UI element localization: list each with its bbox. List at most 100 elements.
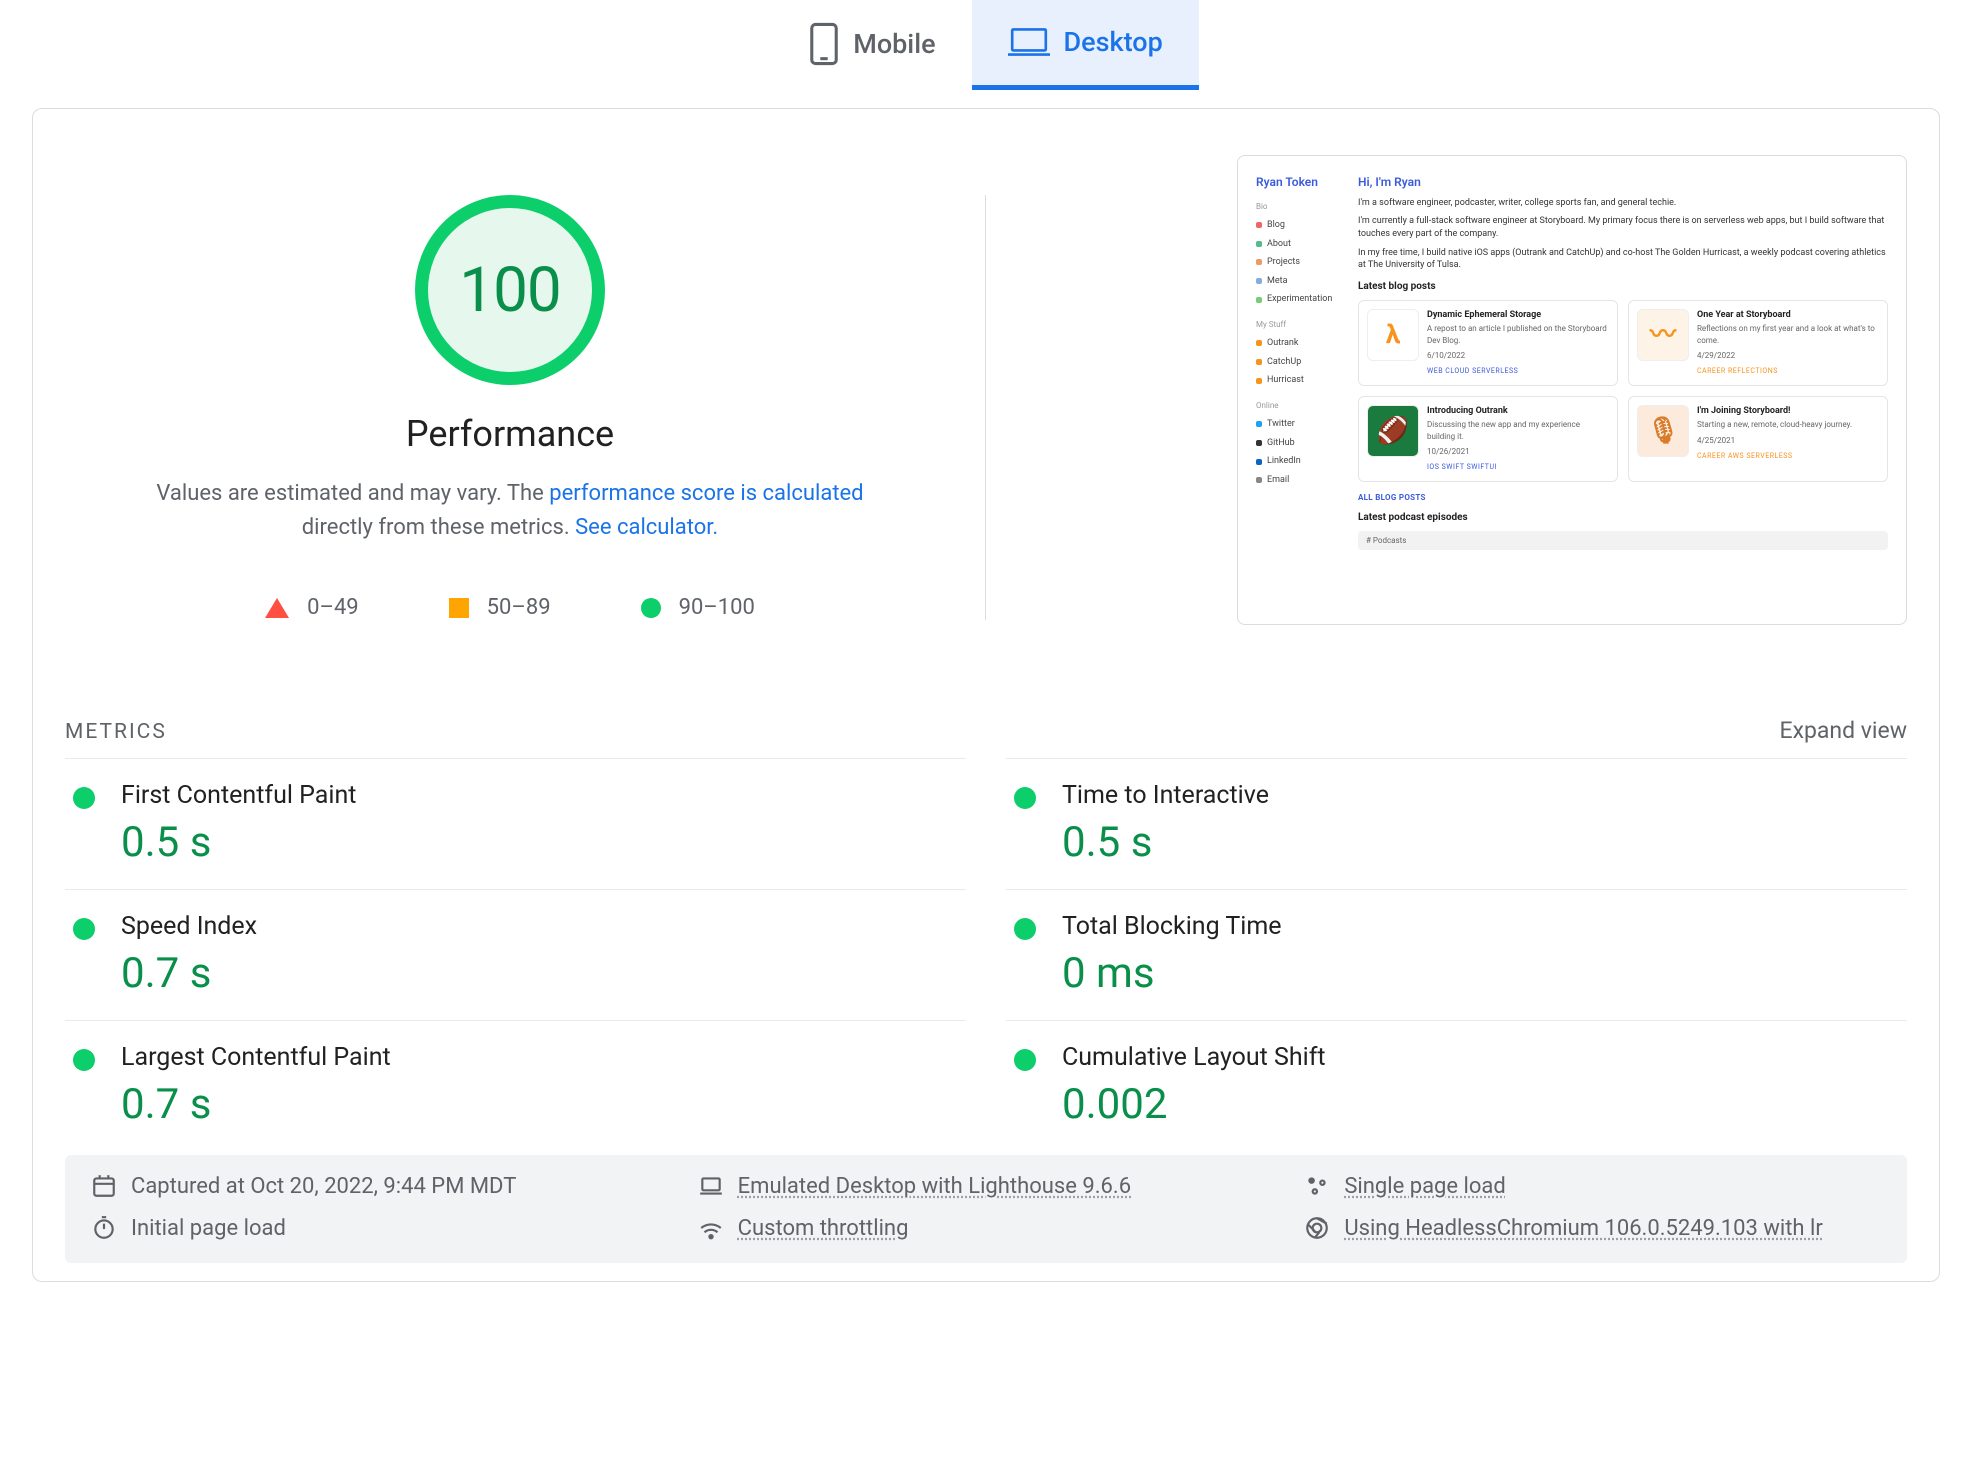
circle-icon: [641, 598, 661, 618]
legend-pass: 90–100: [641, 595, 755, 620]
pv-side-item: Hurricast: [1256, 371, 1346, 390]
pv-para: I'm currently a full-stack software engi…: [1358, 215, 1888, 240]
metric-label: Speed Index: [121, 912, 966, 941]
metrics-grid: First Contentful Paint0.5 sTime to Inter…: [65, 758, 1907, 1151]
laptop-icon: [698, 1173, 724, 1199]
pv-tabbar: # Podcasts: [1358, 531, 1888, 550]
pass-dot-icon: [73, 787, 95, 809]
network-icon: [698, 1215, 724, 1241]
stopwatch-icon: [91, 1215, 117, 1241]
pv-sec: Online: [1256, 400, 1346, 411]
pv-side-item: LinkedIn: [1256, 452, 1346, 471]
pv-side-item: Projects: [1256, 253, 1346, 272]
metric-value: 0.5 s: [1062, 818, 1907, 867]
metric-row[interactable]: Cumulative Layout Shift 0.002: [1006, 1020, 1907, 1151]
report-card: 100 Performance Values are estimated and…: [32, 108, 1940, 1282]
pv-card: 🏈Introducing OutrankDiscussing the new a…: [1358, 396, 1618, 482]
pass-dot-icon: [1014, 1049, 1036, 1071]
pv-side-item: Experimentation: [1256, 290, 1346, 309]
metric-body: First Contentful Paint0.5 s: [121, 781, 966, 867]
metric-value: 0.002: [1062, 1080, 1907, 1129]
metric-label: Total Blocking Time: [1062, 912, 1907, 941]
category-title: Performance: [406, 413, 614, 455]
pv-sec: Bio: [1256, 201, 1346, 212]
pv-para: I'm a software engineer, podcaster, writ…: [1358, 197, 1888, 210]
metric-row[interactable]: Total Blocking Time 0 ms: [1006, 889, 1907, 1020]
triangle-icon: [265, 598, 289, 618]
footer-captured: Captured at Oct 20, 2022, 9:44 PM MDT: [91, 1173, 668, 1199]
expand-view-toggle[interactable]: Expand view: [1780, 717, 1908, 744]
metric-value: 0.7 s: [121, 949, 966, 998]
pv-subhead: Latest blog posts: [1358, 280, 1888, 294]
pv-side-item: About: [1256, 235, 1346, 254]
footer-single-load[interactable]: Single page load: [1304, 1173, 1881, 1199]
metrics-header: METRICS Expand view: [65, 717, 1907, 744]
chrome-icon: [1304, 1215, 1330, 1241]
footer-emulated[interactable]: Emulated Desktop with Lighthouse 9.6.6: [698, 1173, 1275, 1199]
footer-single-text: Single page load: [1344, 1174, 1505, 1199]
pass-dot-icon: [1014, 918, 1036, 940]
metric-label: Cumulative Layout Shift: [1062, 1043, 1907, 1072]
score-description: Values are estimated and may vary. The p…: [125, 477, 895, 545]
score-gauge: 100: [415, 195, 605, 385]
page-screenshot: Ryan Token Bio BlogAboutProjectsMetaExpe…: [1237, 155, 1907, 625]
score-value: 100: [415, 195, 605, 385]
legend-avg-range: 50–89: [487, 595, 551, 620]
calendar-icon: [91, 1173, 117, 1199]
pv-sidebar: Ryan Token Bio BlogAboutProjectsMetaExpe…: [1256, 174, 1346, 606]
device-tabs: Mobile Desktop: [0, 0, 1972, 90]
pv-side-item: Blog: [1256, 216, 1346, 235]
desc-text-1: Values are estimated and may vary. The: [156, 481, 549, 506]
desc-text-2: directly from these metrics.: [302, 515, 575, 540]
pv-main: Hi, I'm Ryan I'm a software engineer, po…: [1358, 174, 1888, 606]
metric-body: Total Blocking Time 0 ms: [1062, 912, 1907, 998]
metrics-title: METRICS: [65, 720, 167, 744]
tab-mobile[interactable]: Mobile: [773, 0, 971, 90]
pv-side-item: Twitter: [1256, 415, 1346, 434]
footer-browser-text: Using HeadlessChromium 106.0.5249.103 wi…: [1344, 1216, 1822, 1241]
pv-card: 🎙I'm Joining Storyboard!Starting a new, …: [1628, 396, 1888, 482]
pv-card: 〰One Year at StoryboardReflections on my…: [1628, 300, 1888, 386]
pv-side-item: Meta: [1256, 272, 1346, 291]
pv-card: λDynamic Ephemeral StorageA repost to an…: [1358, 300, 1618, 386]
pass-dot-icon: [73, 1049, 95, 1071]
metric-value: 0 ms: [1062, 949, 1907, 998]
metric-row[interactable]: Speed Index 0.7 s: [65, 889, 966, 1020]
samples-icon: [1304, 1173, 1330, 1199]
summary-row: 100 Performance Values are estimated and…: [65, 155, 1907, 625]
tab-desktop-label: Desktop: [1064, 26, 1163, 58]
pv-site-title: Ryan Token: [1256, 174, 1346, 191]
footer-captured-text: Captured at Oct 20, 2022, 9:44 PM MDT: [131, 1174, 516, 1199]
pv-subhead: Latest podcast episodes: [1358, 511, 1888, 525]
legend-fail-range: 0–49: [307, 595, 359, 620]
footer-emulated-text: Emulated Desktop with Lighthouse 9.6.6: [738, 1174, 1131, 1199]
pv-sec: My Stuff: [1256, 319, 1346, 330]
desktop-icon: [1008, 26, 1050, 58]
pass-dot-icon: [1014, 787, 1036, 809]
pv-para: In my free time, I build native iOS apps…: [1358, 247, 1888, 272]
pv-side-item: Email: [1256, 471, 1346, 490]
calculator-link[interactable]: See calculator.: [575, 515, 718, 540]
footer-browser[interactable]: Using HeadlessChromium 106.0.5249.103 wi…: [1304, 1215, 1881, 1241]
mobile-icon: [809, 22, 839, 66]
pv-all-link: ALL BLOG POSTS: [1358, 492, 1888, 503]
metric-row[interactable]: First Contentful Paint0.5 s: [65, 758, 966, 889]
footer-throttling-text: Custom throttling: [738, 1216, 909, 1241]
footer-initial-text: Initial page load: [131, 1216, 286, 1241]
pv-side-item: GitHub: [1256, 434, 1346, 453]
footer-throttling[interactable]: Custom throttling: [698, 1215, 1275, 1241]
metric-row[interactable]: Time to Interactive 0.5 s: [1006, 758, 1907, 889]
pv-heading: Hi, I'm Ryan: [1358, 174, 1888, 191]
legend-fail: 0–49: [265, 595, 359, 620]
metric-label: Time to Interactive: [1062, 781, 1907, 810]
tab-desktop[interactable]: Desktop: [972, 0, 1199, 90]
environment-footer: Captured at Oct 20, 2022, 9:44 PM MDT Em…: [65, 1155, 1907, 1263]
pass-dot-icon: [73, 918, 95, 940]
metric-label: Largest Contentful Paint: [121, 1043, 966, 1072]
metric-row[interactable]: Largest Contentful Paint 0.7 s: [65, 1020, 966, 1151]
metric-label: First Contentful Paint: [121, 781, 966, 810]
metric-value: 0.7 s: [121, 1080, 966, 1129]
score-calc-link[interactable]: performance score is calculated: [549, 481, 863, 506]
metric-body: Largest Contentful Paint 0.7 s: [121, 1043, 966, 1129]
score-legend: 0–49 50–89 90–100: [265, 595, 755, 620]
